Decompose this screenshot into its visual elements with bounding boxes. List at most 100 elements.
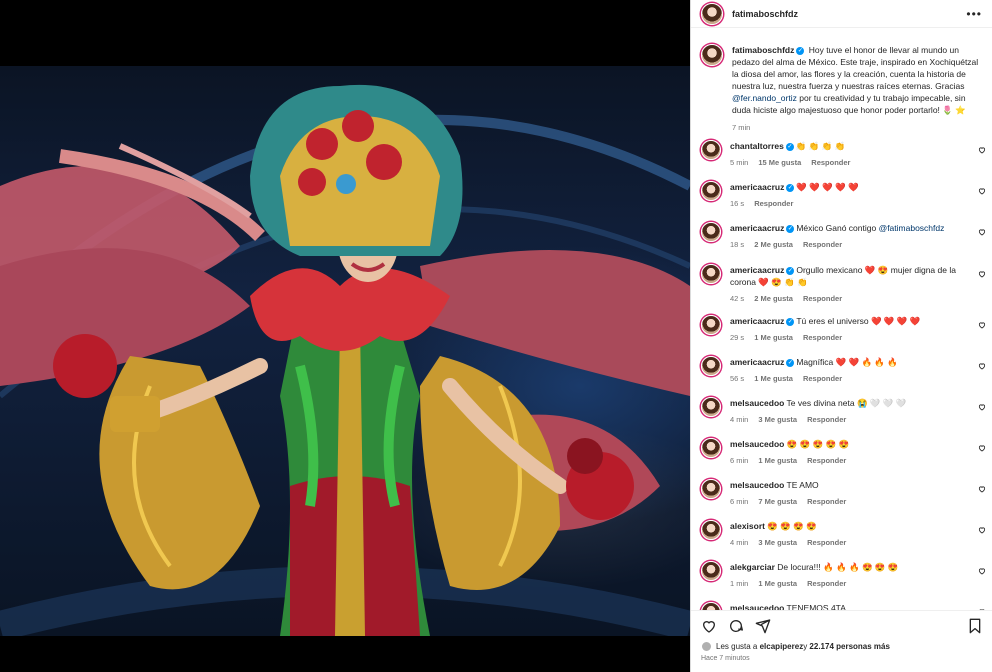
reply-button[interactable]: Responder xyxy=(803,332,842,344)
caption-username[interactable]: fatimaboschfdz xyxy=(732,45,794,55)
comment-meta: 56 s 1 Me gusta Responder xyxy=(730,373,982,385)
commenter-avatar[interactable] xyxy=(701,140,721,160)
reply-button[interactable]: Responder xyxy=(807,537,846,549)
comment-body: americaacruz ✓ Orgullo mexicano ❤️ 😍 mujer… xyxy=(730,264,982,305)
save-bookmark-icon[interactable] xyxy=(968,618,982,634)
comment-likes-count[interactable]: 15 Me gusta xyxy=(758,157,801,169)
reply-button[interactable]: Responder xyxy=(803,293,842,305)
comment-body: americaacruz ✓ ❤️ ❤️ ❤️ ❤️ ❤️ 16 s Responder xyxy=(730,181,982,210)
commenter-avatar[interactable] xyxy=(701,181,721,201)
commenter-username[interactable]: americaacruz xyxy=(730,316,784,326)
author-avatar[interactable] xyxy=(701,2,723,25)
comment-body: melsaucedoo 😍 😍 😍 😍 😍 6 min 1 Me gusta Resp… xyxy=(730,438,982,467)
comment-body: alekgarciar De locura!!! 🔥 🔥 🔥 😍 😍 😍 1 mi… xyxy=(730,561,982,590)
comment-likes-count[interactable]: 2 Me gusta xyxy=(754,293,793,305)
likes-mid: y xyxy=(803,642,808,651)
comment-like-heart-icon[interactable] xyxy=(978,321,986,329)
comment-like-heart-icon[interactable] xyxy=(978,146,986,154)
post-caption: fatimaboschfdz ✓ Hoy tuve el honor de lle… xyxy=(691,30,992,134)
liker-username[interactable]: elcapiperez xyxy=(760,642,804,651)
reply-button[interactable]: Responder xyxy=(807,496,846,508)
commenter-username[interactable]: americaacruz xyxy=(730,223,784,233)
commenter-username[interactable]: melsaucedoo xyxy=(730,603,784,610)
commenter-username[interactable]: americaacruz xyxy=(730,182,784,192)
post-photo[interactable] xyxy=(0,66,690,636)
comment-body: chantaltorres ✓ 👏 👏 👏 👏 5 min 15 Me gusta Res… xyxy=(730,140,982,169)
reply-button[interactable]: Responder xyxy=(807,578,846,590)
reply-button[interactable]: Responder xyxy=(754,198,793,210)
reply-button[interactable]: Responder xyxy=(807,455,846,467)
commenter-username[interactable]: chantaltorres xyxy=(730,141,784,151)
comment-text: TE AMO xyxy=(786,480,819,490)
commenter-avatar[interactable] xyxy=(701,561,721,581)
comment-like-heart-icon[interactable] xyxy=(978,485,986,493)
share-send-icon[interactable] xyxy=(755,618,771,634)
commenter-avatar[interactable] xyxy=(701,264,721,284)
commenter-username[interactable]: alekgarciar xyxy=(730,562,775,572)
comment-like-heart-icon[interactable] xyxy=(978,362,986,370)
comment-text: ❤️ ❤️ ❤️ ❤️ ❤️ xyxy=(796,182,859,192)
commenter-username[interactable]: americaacruz xyxy=(730,265,784,275)
comment-likes-count[interactable]: 1 Me gusta xyxy=(754,373,793,385)
commenter-avatar[interactable] xyxy=(701,356,721,376)
comment-likes-count[interactable]: 1 Me gusta xyxy=(758,578,797,590)
reply-button[interactable]: Responder xyxy=(807,414,846,426)
commenter-avatar[interactable] xyxy=(701,397,721,417)
comment-body: alexisort 😍 😍 😍 😍 4 min 3 Me gusta Responde… xyxy=(730,520,982,549)
comment-likes-count[interactable]: 7 Me gusta xyxy=(758,496,797,508)
commenter-username[interactable]: alexisort xyxy=(730,521,765,531)
commenter-username[interactable]: melsaucedoo xyxy=(730,480,784,490)
commenter-avatar[interactable] xyxy=(701,438,721,458)
comments-feed[interactable]: fatimaboschfdz ✓ Hoy tuve el honor de lle… xyxy=(691,30,992,610)
verified-icon: ✓ xyxy=(786,183,795,192)
likes-count[interactable]: 22.174 personas más xyxy=(809,642,890,651)
comment-item: chantaltorres ✓ 👏 👏 👏 👏 5 min 15 Me gusta Res… xyxy=(691,140,992,169)
like-heart-icon[interactable] xyxy=(701,618,717,634)
comment-meta: 1 min 1 Me gusta Responder xyxy=(730,578,982,590)
comment-item: melsaucedoo TE AMO 6 min 7 Me gusta Respond… xyxy=(691,479,992,508)
comment-bubble-icon[interactable] xyxy=(728,618,744,634)
reply-button[interactable]: Responder xyxy=(803,373,842,385)
post-header: fatimaboschfdz ••• xyxy=(691,0,992,28)
commenter-avatar[interactable] xyxy=(701,222,721,242)
verified-icon: ✓ xyxy=(786,317,795,326)
comment-text: México Ganó contigo xyxy=(796,223,879,233)
commenter-username[interactable]: americaacruz xyxy=(730,357,784,367)
post-footer: Les gusta a elcapiperez y 22.174 persona… xyxy=(691,610,992,672)
comment-item: americaacruz ✓ Magnífica ❤️ ❤️ 🔥 🔥 🔥 56 s 1 … xyxy=(691,356,992,385)
liker-avatar[interactable] xyxy=(701,641,712,652)
caption-avatar[interactable] xyxy=(701,44,723,66)
comment-likes-count[interactable]: 2 Me gusta xyxy=(754,239,793,251)
post-time-ago: Hace 7 minutos xyxy=(701,655,750,662)
caption-mention-link[interactable]: @fer.nando_ortiz xyxy=(732,93,797,103)
comment-item: americaacruz ✓ ❤️ ❤️ ❤️ ❤️ ❤️ 16 s Responder xyxy=(691,181,992,210)
commenter-username[interactable]: melsaucedoo xyxy=(730,398,784,408)
reply-button[interactable]: Responder xyxy=(811,157,850,169)
comment-like-heart-icon[interactable] xyxy=(978,403,986,411)
more-options-icon[interactable]: ••• xyxy=(966,7,982,21)
commenter-avatar[interactable] xyxy=(701,520,721,540)
comment-likes-count[interactable]: 3 Me gusta xyxy=(758,414,797,426)
commenter-avatar[interactable] xyxy=(701,479,721,499)
commenter-username[interactable]: melsaucedoo xyxy=(730,439,784,449)
commenter-avatar[interactable] xyxy=(701,315,721,335)
comment-likes-count[interactable]: 1 Me gusta xyxy=(754,332,793,344)
likes-prefix: Les gusta a xyxy=(716,642,758,651)
comment-text: Magnífica ❤️ ❤️ 🔥 🔥 🔥 xyxy=(796,357,898,367)
comment-like-heart-icon[interactable] xyxy=(978,228,986,236)
comment-body: melsaucedoo TE AMO 6 min 7 Me gusta Respond… xyxy=(730,479,982,508)
comment-like-heart-icon[interactable] xyxy=(978,187,986,195)
comment-text: De locura!!! 🔥 🔥 🔥 😍 😍 😍 xyxy=(777,562,899,572)
comment-like-heart-icon[interactable] xyxy=(978,526,986,534)
comment-mention-link[interactable]: @fatimaboschfdz xyxy=(879,223,945,233)
reply-button[interactable]: Responder xyxy=(803,239,842,251)
comment-likes-count[interactable]: 1 Me gusta xyxy=(758,455,797,467)
commenter-avatar[interactable] xyxy=(701,602,721,610)
comment-time: 4 min xyxy=(730,415,749,424)
author-username[interactable]: fatimaboschfdz xyxy=(732,9,966,19)
comment-like-heart-icon[interactable] xyxy=(978,567,986,575)
comment-body: melsaucedoo Te ves divina neta 😭 🤍 🤍 🤍 4 … xyxy=(730,397,982,426)
comment-like-heart-icon[interactable] xyxy=(978,444,986,452)
comment-like-heart-icon[interactable] xyxy=(978,270,986,278)
comment-likes-count[interactable]: 3 Me gusta xyxy=(758,537,797,549)
